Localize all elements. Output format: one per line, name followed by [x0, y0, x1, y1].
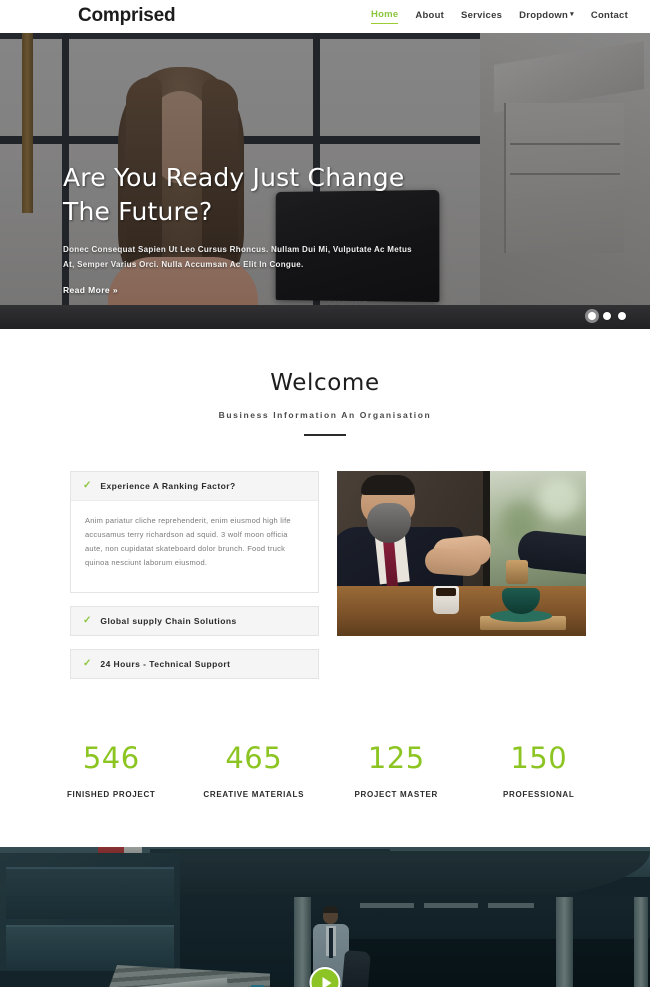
- counter-label-2: CREATIVE MATERIALS: [203, 790, 305, 799]
- counter-number-3: 125: [367, 741, 425, 775]
- chevron-down-icon: ▾: [570, 10, 574, 18]
- accordion-item-1: ✓ Experience A Ranking Factor? Anim pari…: [70, 471, 319, 593]
- counter-label-3: PROJECT MASTER: [354, 790, 439, 799]
- hero-title-line-1: Are You Ready Just Change: [63, 163, 405, 192]
- nav-item-contact[interactable]: Contact: [591, 10, 628, 24]
- counter-item-2: 465 CREATIVE MATERIALS: [183, 741, 326, 800]
- hero-content: Are You Ready Just Change The Future? Do…: [63, 161, 483, 298]
- counter-number-2: 465: [225, 741, 283, 775]
- counter-item-3: 125 PROJECT MASTER: [325, 741, 468, 800]
- nav-item-contact-label: Contact: [590, 9, 628, 21]
- carousel-dot-1[interactable]: [588, 312, 596, 320]
- counter-label-4: PROFESSIONAL: [502, 790, 575, 799]
- hero-carousel: SAMSUNG Are You Ready Just Change The Fu…: [0, 33, 650, 329]
- site-logo[interactable]: Comprised: [78, 5, 176, 27]
- check-icon: ✓: [83, 615, 92, 626]
- check-icon: ✓: [83, 658, 92, 669]
- counters-section: 546 FINISHED PROJECT 465 CREATIVE MATERI…: [0, 692, 650, 847]
- accordion-header-3[interactable]: ✓ 24 Hours - Technical Support: [71, 650, 318, 678]
- nav-item-home-label: Home: [370, 9, 399, 20]
- site-header: Comprised Home About Services Dropdown ▾ …: [0, 0, 650, 33]
- counter-number-4: 150: [510, 741, 568, 775]
- nav-item-services[interactable]: Services: [461, 10, 502, 24]
- accordion-item-3: ✓ 24 Hours - Technical Support: [70, 649, 319, 679]
- about-section: ✓ Experience A Ranking Factor? Anim pari…: [0, 436, 650, 692]
- nav-item-about-label: About: [415, 9, 445, 21]
- nav-item-services-label: Services: [461, 9, 503, 21]
- play-triangle: [322, 976, 331, 987]
- nav-item-about[interactable]: About: [415, 10, 444, 24]
- carousel-dot-2[interactable]: [603, 312, 611, 320]
- page-root: Comprised Home About Services Dropdown ▾ …: [0, 0, 650, 987]
- video-overlay: [0, 847, 650, 987]
- nav-item-dropdown-label: Dropdown: [519, 9, 569, 21]
- about-image: [337, 471, 586, 636]
- nav-item-dropdown[interactable]: Dropdown ▾: [519, 10, 574, 24]
- counter-item-4: 150 PROFESSIONAL: [468, 741, 611, 800]
- counter-number-1: 546: [82, 741, 140, 775]
- hero-read-more-button[interactable]: Read More »: [63, 285, 118, 295]
- counter-label-1: FINISHED PROJECT: [66, 790, 156, 799]
- video-section: [0, 847, 650, 987]
- main-navigation: Home About Services Dropdown ▾ Contact: [370, 9, 628, 24]
- accordion-body-1: Anim pariatur cliche reprehenderit, enim…: [85, 516, 291, 567]
- accordion-header-1[interactable]: ✓ Experience A Ranking Factor?: [71, 472, 318, 501]
- check-icon: ✓: [83, 480, 92, 491]
- carousel-dot-3[interactable]: [618, 312, 626, 320]
- accordion-title-2: Global supply Chain Solutions: [100, 616, 237, 626]
- feature-accordion: ✓ Experience A Ranking Factor? Anim pari…: [70, 471, 319, 692]
- accordion-title-3: 24 Hours - Technical Support: [100, 659, 231, 669]
- hero-title: Are You Ready Just Change The Future?: [63, 161, 483, 229]
- accordion-item-2: ✓ Global supply Chain Solutions: [70, 606, 319, 636]
- nav-item-home[interactable]: Home: [370, 9, 399, 24]
- welcome-title: Welcome: [270, 370, 380, 396]
- hero-paragraph: Donec Consequat Sapien Ut Leo Cursus Rho…: [63, 245, 412, 269]
- accordion-header-2[interactable]: ✓ Global supply Chain Solutions: [71, 607, 318, 635]
- carousel-indicators: [588, 312, 626, 320]
- counter-item-1: 546 FINISHED PROJECT: [40, 741, 183, 800]
- hero-title-line-2: The Future?: [63, 197, 213, 226]
- welcome-section: Welcome Business Information An Organisa…: [0, 329, 650, 436]
- accordion-title-1: Experience A Ranking Factor?: [100, 481, 236, 491]
- welcome-subtitle: Business Information An Organisation: [218, 410, 432, 420]
